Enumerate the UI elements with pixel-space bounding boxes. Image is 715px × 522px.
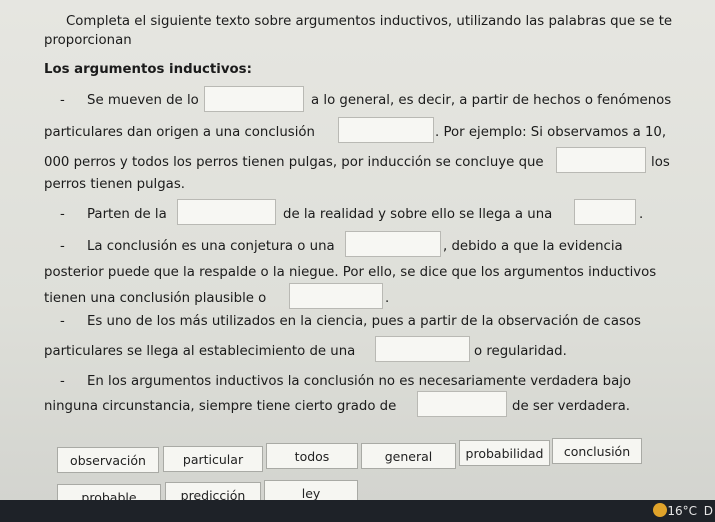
word-chip-conclusion[interactable]: conclusión <box>552 438 642 464</box>
blank-7[interactable] <box>289 283 383 309</box>
weather-icon[interactable] <box>653 503 667 517</box>
instructions-line-1: Completa el siguiente texto sobre argume… <box>66 14 673 29</box>
bullet-dash: - <box>60 93 65 108</box>
blank-9[interactable] <box>417 391 507 417</box>
item4-text-b: particulares se llega al establecimiento… <box>44 344 356 359</box>
bullet-dash: - <box>60 374 65 389</box>
word-chip-observacion[interactable]: observación <box>57 447 159 473</box>
item4-text-c: o regularidad. <box>474 344 567 359</box>
bullet-dash: - <box>60 239 65 254</box>
item3-text-b: , debido a que la evidencia <box>443 239 623 254</box>
item1-text-d: . Por ejemplo: Si observamos a 10, <box>435 125 667 140</box>
temperature-readout[interactable]: 16°C <box>667 504 697 518</box>
item2-text-b: de la realidad y sobre ello se llega a u… <box>283 207 553 222</box>
bullet-dash: - <box>60 207 65 222</box>
word-chip-probabilidad[interactable]: probabilidad <box>459 440 550 466</box>
word-chip-general[interactable]: general <box>361 443 456 469</box>
blank-2[interactable] <box>338 117 434 143</box>
item1-text-b: a lo general, es decir, a partir de hech… <box>311 93 672 108</box>
section-heading: Los argumentos inductivos: <box>44 62 252 77</box>
worksheet: Completa el siguiente texto sobre argume… <box>0 0 715 510</box>
item2-text-a: Parten de la <box>87 207 167 222</box>
item3-text-c: posterior puede que la respalde o la nie… <box>44 265 657 280</box>
item1-text-g: perros tienen pulgas. <box>44 177 185 192</box>
instructions-line-2: proporcionan <box>44 33 132 48</box>
item1-text-f: los <box>651 155 670 170</box>
taskbar-trailing-text: D <box>703 504 713 518</box>
item5-text-a: En los argumentos inductivos la conclusi… <box>87 374 632 389</box>
item1-text-c: particulares dan origen a una conclusión <box>44 125 315 140</box>
blank-8[interactable] <box>375 336 470 362</box>
word-chip-particular[interactable]: particular <box>163 446 263 472</box>
item3-text-d: tienen una conclusión plausible o <box>44 291 267 306</box>
item5-text-c: de ser verdadera. <box>512 399 630 414</box>
blank-4[interactable] <box>177 199 276 225</box>
blank-5[interactable] <box>574 199 636 225</box>
item3-text-a: La conclusión es una conjetura o una <box>87 239 335 254</box>
blank-6[interactable] <box>345 231 441 257</box>
taskbar: 16°C D <box>0 500 715 522</box>
item5-text-b: ninguna circunstancia, siempre tiene cie… <box>44 399 397 414</box>
blank-1[interactable] <box>204 86 304 112</box>
bullet-dash: - <box>60 314 65 329</box>
item4-text-a: Es uno de los más utilizados en la cienc… <box>87 314 641 329</box>
item1-text-a: Se mueven de lo <box>87 93 199 108</box>
blank-3[interactable] <box>556 147 646 173</box>
item2-text-c: . <box>639 207 644 222</box>
item3-text-e: . <box>385 291 390 306</box>
item1-text-e: 000 perros y todos los perros tienen pul… <box>44 155 544 170</box>
word-chip-todos[interactable]: todos <box>266 443 358 469</box>
